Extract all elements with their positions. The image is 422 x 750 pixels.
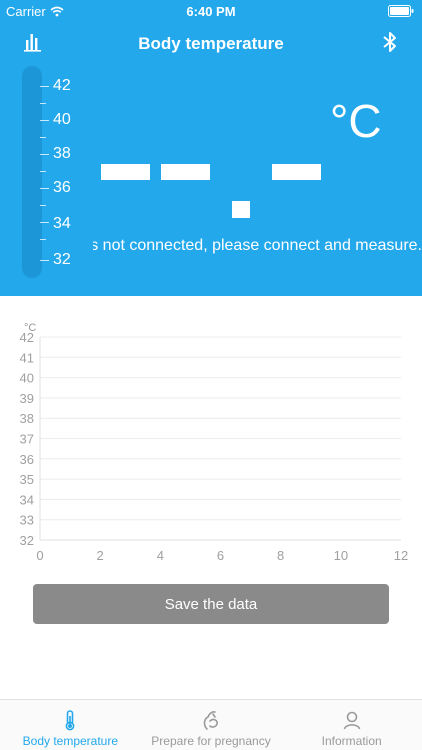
y-tick-label: 41	[20, 350, 34, 365]
tab-label: Information	[321, 734, 382, 748]
y-axis: 42 41 40 39 38 37 36 35 34 33 32	[20, 330, 34, 548]
connection-message: Bluetooth is not connected, please conne…	[93, 237, 422, 254]
y-tick-label: 33	[20, 513, 34, 528]
save-data-button[interactable]: Save the data	[33, 584, 389, 624]
x-tick-label: 8	[277, 548, 284, 563]
x-tick-label: 0	[36, 548, 43, 563]
person-icon	[343, 711, 360, 730]
scale-label: 32	[53, 251, 71, 268]
scale-label: 36	[53, 179, 71, 196]
tab-label: Prepare for pregnancy	[151, 734, 271, 748]
y-tick-label: 34	[20, 492, 34, 507]
header-panel: Carrier 6:40 PM Body temperature 42 40 3…	[0, 0, 422, 296]
x-tick-label: 12	[394, 548, 408, 563]
page-title: Body temperature	[138, 34, 284, 53]
y-tick-label: 38	[20, 411, 34, 426]
thermometer-icon	[65, 710, 75, 731]
status-bar: Carrier 6:40 PM	[0, 0, 422, 22]
y-tick-label: 37	[20, 432, 34, 447]
y-tick-label: 40	[20, 371, 34, 386]
y-tick-label: 32	[20, 533, 34, 548]
x-axis: 0 2 4 6 8 10 12	[36, 548, 408, 563]
x-tick-label: 2	[97, 548, 104, 563]
tab-prepare-pregnancy[interactable]: Prepare for pregnancy	[141, 700, 282, 750]
bluetooth-icon[interactable]	[380, 30, 400, 54]
scale-label: 42	[53, 77, 71, 94]
battery-icon	[388, 5, 414, 17]
thermometer-track	[22, 66, 42, 278]
y-tick-label: 42	[20, 330, 34, 345]
pregnancy-icon	[203, 711, 218, 730]
temperature-chart: °C 4241403938373635343332 0 2 4 6 8 10 12	[20, 322, 409, 563]
tab-bar: Body temperature Prepare for pregnancy I…	[0, 699, 422, 750]
y-tick-label: 39	[20, 391, 34, 406]
thermometer-scale: 42 40 38 36 34 32	[40, 66, 100, 278]
scale-label: 34	[53, 215, 71, 232]
tab-body-temperature[interactable]: Body temperature	[0, 700, 141, 750]
chart-grid	[39, 336, 401, 541]
x-tick-label: 4	[157, 548, 164, 563]
scale-label: 38	[53, 145, 71, 162]
status-time: 6:40 PM	[186, 4, 236, 19]
tab-label: Body temperature	[22, 734, 119, 748]
x-tick-label: 6	[217, 548, 224, 563]
temperature-unit: °C	[330, 95, 382, 147]
y-tick-label: 36	[20, 452, 34, 467]
y-tick-label: 35	[20, 472, 34, 487]
tab-information[interactable]: Information	[281, 700, 422, 750]
navigation-bar: Body temperature	[0, 22, 422, 66]
x-tick-label: 10	[334, 548, 348, 563]
scale-label: 40	[53, 111, 71, 128]
